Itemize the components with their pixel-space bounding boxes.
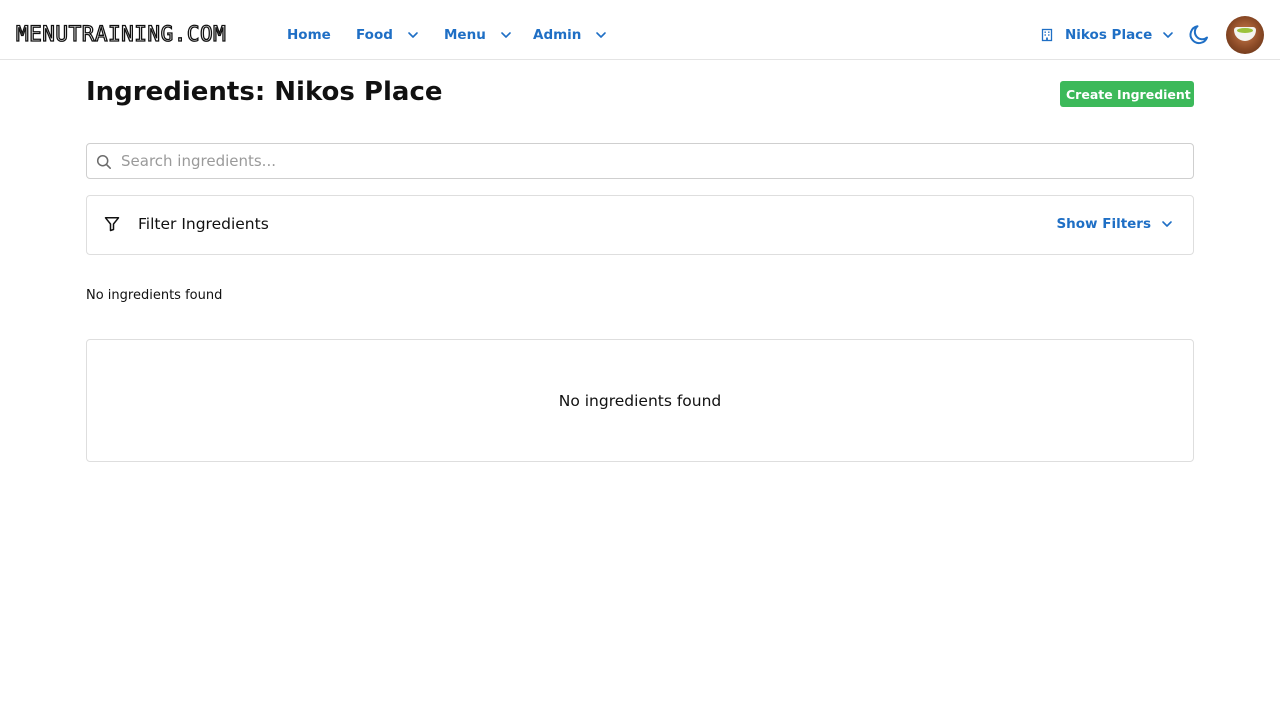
building-icon: [1040, 28, 1054, 42]
nav-menu-label: Menu: [444, 27, 486, 43]
empty-state-message: No ingredients found: [558, 391, 722, 410]
show-filters-toggle[interactable]: Show Filters: [1056, 216, 1173, 232]
chevron-down-icon: [1161, 218, 1173, 230]
page-title: Ingredients: Nikos Place: [86, 77, 443, 107]
search-input[interactable]: [121, 144, 1181, 178]
empty-state-card: No ingredients found: [86, 339, 1194, 462]
search-icon: [96, 154, 112, 170]
nav-admin-label: Admin: [533, 27, 582, 43]
organization-name: Nikos Place: [1065, 27, 1153, 43]
chevron-down-icon: [407, 29, 419, 41]
show-filters-label: Show Filters: [1056, 216, 1151, 232]
result-count-text: No ingredients found: [86, 288, 223, 303]
top-navbar: MENUTRAINING.COM Home Food Menu Admin Ni…: [0, 0, 1280, 60]
filter-panel: Filter Ingredients Show Filters: [86, 195, 1194, 255]
moon-icon[interactable]: [1187, 23, 1211, 47]
chevron-down-icon: [500, 29, 512, 41]
nav-admin-dropdown[interactable]: Admin: [533, 24, 607, 46]
search-box: [86, 143, 1194, 179]
nav-home-label: Home: [287, 27, 331, 43]
site-logo[interactable]: MENUTRAINING.COM: [15, 21, 226, 46]
nav-food-dropdown[interactable]: Food: [356, 24, 419, 46]
user-avatar[interactable]: [1226, 16, 1264, 54]
create-ingredient-button[interactable]: Create Ingredient: [1060, 81, 1194, 107]
chevron-down-icon: [595, 29, 607, 41]
filter-title: Filter Ingredients: [138, 215, 269, 233]
filter-icon: [104, 216, 120, 232]
nav-menu-dropdown[interactable]: Menu: [444, 24, 512, 46]
organization-selector[interactable]: Nikos Place: [1040, 24, 1174, 46]
nav-food-label: Food: [356, 27, 393, 43]
chevron-down-icon: [1162, 29, 1174, 41]
nav-home[interactable]: Home: [287, 24, 331, 46]
